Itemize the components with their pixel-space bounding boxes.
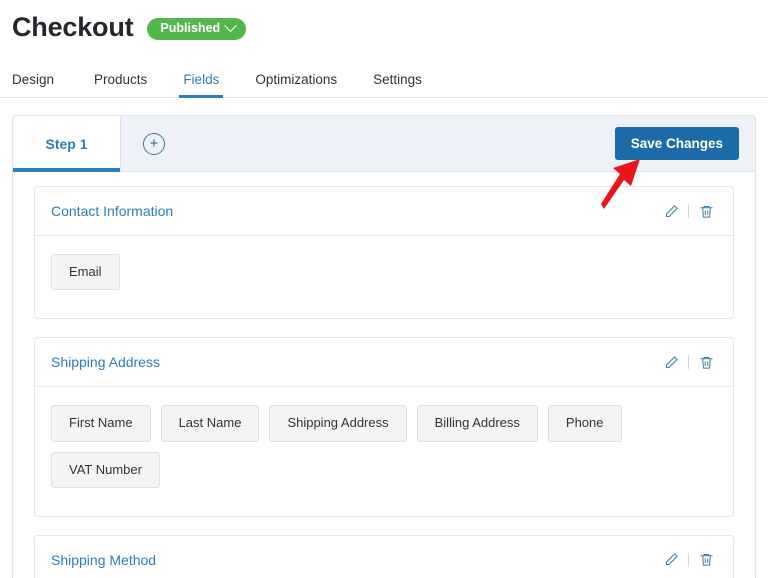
status-badge-label: Published <box>160 21 221 36</box>
section-actions <box>658 549 719 571</box>
fields-panel: Step 1 + Save Changes Contact Informatio… <box>12 115 756 578</box>
action-divider <box>688 204 689 218</box>
section-header: Contact Information <box>35 187 733 236</box>
field-chip-shipping-address[interactable]: Shipping Address <box>269 405 407 442</box>
tab-fields[interactable]: Fields <box>165 72 237 98</box>
section-actions <box>658 200 719 222</box>
section-header: Shipping Address <box>35 338 733 388</box>
section-title: Shipping Method <box>51 551 157 568</box>
section-title: Contact Information <box>51 203 174 219</box>
tab-optimizations[interactable]: Optimizations <box>237 72 355 98</box>
page-title: Checkout <box>12 11 134 42</box>
section-card-shipping-method: Shipping Method Shipping Method <box>34 534 734 578</box>
sections-list: Contact Information Email Shipping Addre… <box>13 172 755 578</box>
field-chip-email[interactable]: Email <box>51 254 120 291</box>
trash-icon[interactable] <box>693 351 719 373</box>
save-changes-button[interactable]: Save Changes <box>614 126 739 161</box>
action-divider <box>688 552 689 567</box>
app-page: Checkout Published Design Products Field… <box>0 0 768 578</box>
step-tab-bar: Step 1 + Save Changes <box>13 116 755 172</box>
trash-icon[interactable] <box>693 549 719 571</box>
pencil-icon[interactable] <box>658 549 684 571</box>
section-fields: Email <box>35 236 733 318</box>
chevron-down-icon <box>224 19 238 33</box>
section-header: Shipping Method <box>35 536 733 578</box>
plus-icon[interactable]: + <box>143 132 165 155</box>
field-chip-vat-number[interactable]: VAT Number <box>51 451 160 488</box>
status-badge[interactable]: Published <box>147 18 247 40</box>
action-divider <box>688 355 689 370</box>
tab-design[interactable]: Design <box>12 72 76 98</box>
section-card-shipping-address: Shipping Address First Name Last Name Sh… <box>34 337 734 517</box>
trash-icon[interactable] <box>693 200 719 222</box>
main-nav-tabs: Design Products Fields Optimizations Set… <box>0 58 768 98</box>
section-title: Shipping Address <box>51 354 160 371</box>
section-card-contact-information: Contact Information Email <box>34 186 734 320</box>
field-chip-billing-address[interactable]: Billing Address <box>416 405 538 442</box>
pencil-icon[interactable] <box>658 351 684 373</box>
field-chip-last-name[interactable]: Last Name <box>160 405 260 442</box>
field-chip-first-name[interactable]: First Name <box>51 405 151 442</box>
tab-settings[interactable]: Settings <box>355 72 440 98</box>
tab-products[interactable]: Products <box>76 72 165 98</box>
save-button-container: Save Changes <box>614 116 755 171</box>
page-header: Checkout Published <box>0 0 768 46</box>
field-chip-phone[interactable]: Phone <box>547 405 622 442</box>
step-tab-step-1[interactable]: Step 1 <box>13 116 121 172</box>
pencil-icon[interactable] <box>658 200 684 222</box>
add-step-container: + <box>121 116 165 171</box>
section-fields: First Name Last Name Shipping Address Bi… <box>35 387 733 516</box>
section-actions <box>658 351 719 373</box>
